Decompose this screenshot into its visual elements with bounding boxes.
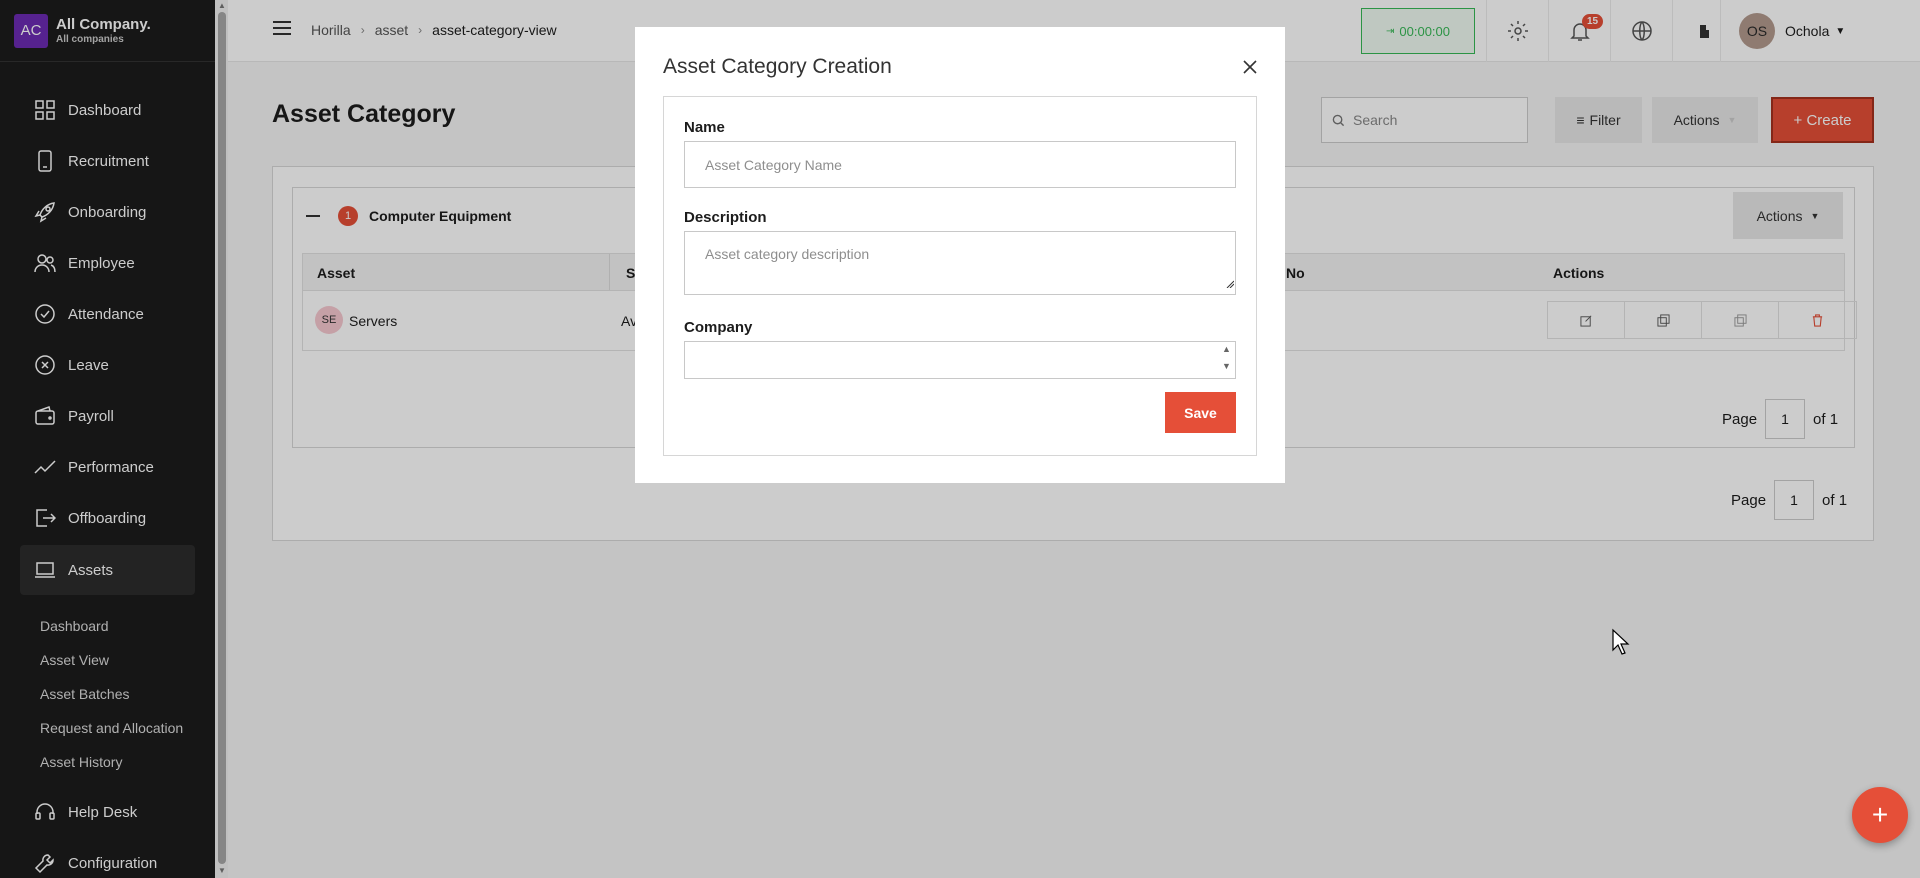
plus-icon: + [1871,799,1889,830]
name-field[interactable] [684,141,1236,188]
mouse-cursor-icon [1612,628,1630,655]
company-label: Company [684,319,753,336]
description-label: Description [684,209,767,226]
spin-down-icon[interactable]: ▼ [1222,361,1231,371]
resize-handle-icon[interactable] [1226,280,1234,288]
quick-add-button[interactable]: + [1852,787,1908,843]
close-icon[interactable] [1240,57,1260,77]
modal-title: Asset Category Creation [663,55,892,78]
description-field[interactable] [684,231,1236,295]
company-select[interactable] [684,341,1236,379]
spin-up-icon[interactable]: ▲ [1222,344,1231,354]
save-button[interactable]: Save [1165,392,1236,433]
name-label: Name [684,119,725,136]
